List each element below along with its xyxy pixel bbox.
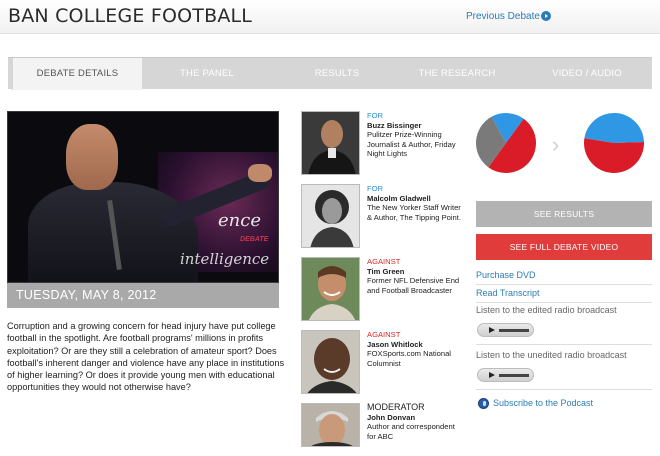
panelist-name[interactable]: Buzz Bissinger [367,121,463,131]
edited-broadcast-label: Listen to the edited radio broadcast [476,305,617,315]
speaker-head [66,124,118,190]
moderator-photo[interactable] [301,403,360,447]
pie-slice-for [584,112,644,143]
results-charts[interactable]: › [470,110,652,176]
pie-after [584,112,644,173]
panelist-entry[interactable]: FOR Buzz Bissinger Pulitzer Prize-Winnin… [301,111,461,176]
podcast-icon[interactable] [478,398,489,409]
moderator-info: MODERATOR John Donvan Author and corresp… [367,402,463,441]
panelist-photo[interactable] [301,184,360,248]
unedited-broadcast-label: Listen to the unedited radio broadcast [476,350,627,360]
player-track[interactable] [499,374,529,377]
speaker-hand [248,164,272,182]
tab-the-research[interactable]: THE RESEARCH [392,58,522,90]
panelist-info: FOR Buzz Bissinger Pulitzer Prize-Winnin… [367,111,463,159]
panelist-entry[interactable]: FOR Malcolm Gladwell The New Yorker Staf… [301,184,461,249]
chevron-right-icon: › [552,132,560,157]
panelist-info: FOR Malcolm Gladwell The New Yorker Staf… [367,184,463,222]
play-icon[interactable] [489,327,495,333]
panelist-photo[interactable] [301,257,360,321]
divider [476,302,652,303]
moderator-name[interactable]: John Donvan [367,413,463,423]
pie-slice-against [584,138,644,173]
edited-broadcast-player[interactable] [477,323,534,337]
play-icon[interactable] [489,372,495,378]
tab-bar: DEBATE DETAILS THE PANEL RESULTS THE RES… [8,57,652,90]
divider [476,284,652,285]
arrow-right-circle-icon[interactable] [541,11,551,21]
panelist-entry[interactable]: AGAINST Tim Green Former NFL Defensive E… [301,257,461,322]
read-transcript-link[interactable]: Read Transcript [476,288,540,298]
panelist-side: AGAINST [367,330,401,339]
page-title: BAN COLLEGE FOOTBALL [8,5,253,27]
see-full-debate-video-button[interactable]: SEE FULL DEBATE VIDEO [476,234,652,260]
unedited-broadcast-player[interactable] [477,368,534,382]
purchase-dvd-link[interactable]: Purchase DVD [476,270,536,280]
divider [476,389,652,390]
panelist-photo[interactable] [301,111,360,175]
debate-description: Corruption and a growing concern for hea… [7,321,285,393]
panelist-name[interactable]: Jason Whitlock [367,340,463,350]
previous-debate-link[interactable]: Previous Debate [466,11,540,22]
tab-results[interactable]: RESULTS [272,58,402,90]
backdrop-logo-sub: DEBATE [240,236,269,243]
panelist-bio: Pulitzer Prize-Winning Journalist & Auth… [367,130,456,159]
tab-debate-details[interactable]: DEBATE DETAILS [12,58,142,90]
panelist-photo[interactable] [301,330,360,394]
divider [476,344,652,345]
panelist-bio: FOXSports.com National Columnist [367,349,451,368]
panelist-side: FOR [367,111,384,120]
tab-video-audio[interactable]: VIDEO / AUDIO [522,58,652,90]
see-results-button[interactable]: SEE RESULTS [476,201,652,227]
backdrop-logo-fragment: ence [218,210,261,231]
panelist-bio: The New Yorker Staff Writer & Author, Th… [367,203,462,222]
panelist-info: AGAINST Tim Green Former NFL Defensive E… [367,257,463,295]
player-track[interactable] [499,329,529,332]
panelist-name[interactable]: Tim Green [367,267,463,277]
moderator-bio: Author and correspondent for ABC [367,422,455,441]
debate-date: TUESDAY, MAY 8, 2012 [7,283,279,308]
tab-the-panel[interactable]: THE PANEL [142,58,272,90]
moderator-entry[interactable]: MODERATOR John Donvan Author and corresp… [301,402,463,447]
page-header: BAN COLLEGE FOOTBALL Previous Debate [0,0,660,34]
pie-before [476,113,536,173]
subscribe-podcast-link[interactable]: Subscribe to the Podcast [493,398,593,408]
panelist-info: AGAINST Jason Whitlock FOXSports.com Nat… [367,330,463,368]
moderator-label: MODERATOR [367,402,425,412]
panelist-entry[interactable]: AGAINST Jason Whitlock FOXSports.com Nat… [301,330,461,395]
panelist-name[interactable]: Malcolm Gladwell [367,194,463,204]
debate-video-still[interactable]: ence DEBATE intelligence [7,111,279,283]
panelist-side: AGAINST [367,257,401,266]
panelist-side: FOR [367,184,384,193]
backdrop-logo: intelligence [180,250,270,268]
results-pies-svg [476,112,644,173]
panelist-bio: Former NFL Defensive End and Football Br… [367,276,460,295]
